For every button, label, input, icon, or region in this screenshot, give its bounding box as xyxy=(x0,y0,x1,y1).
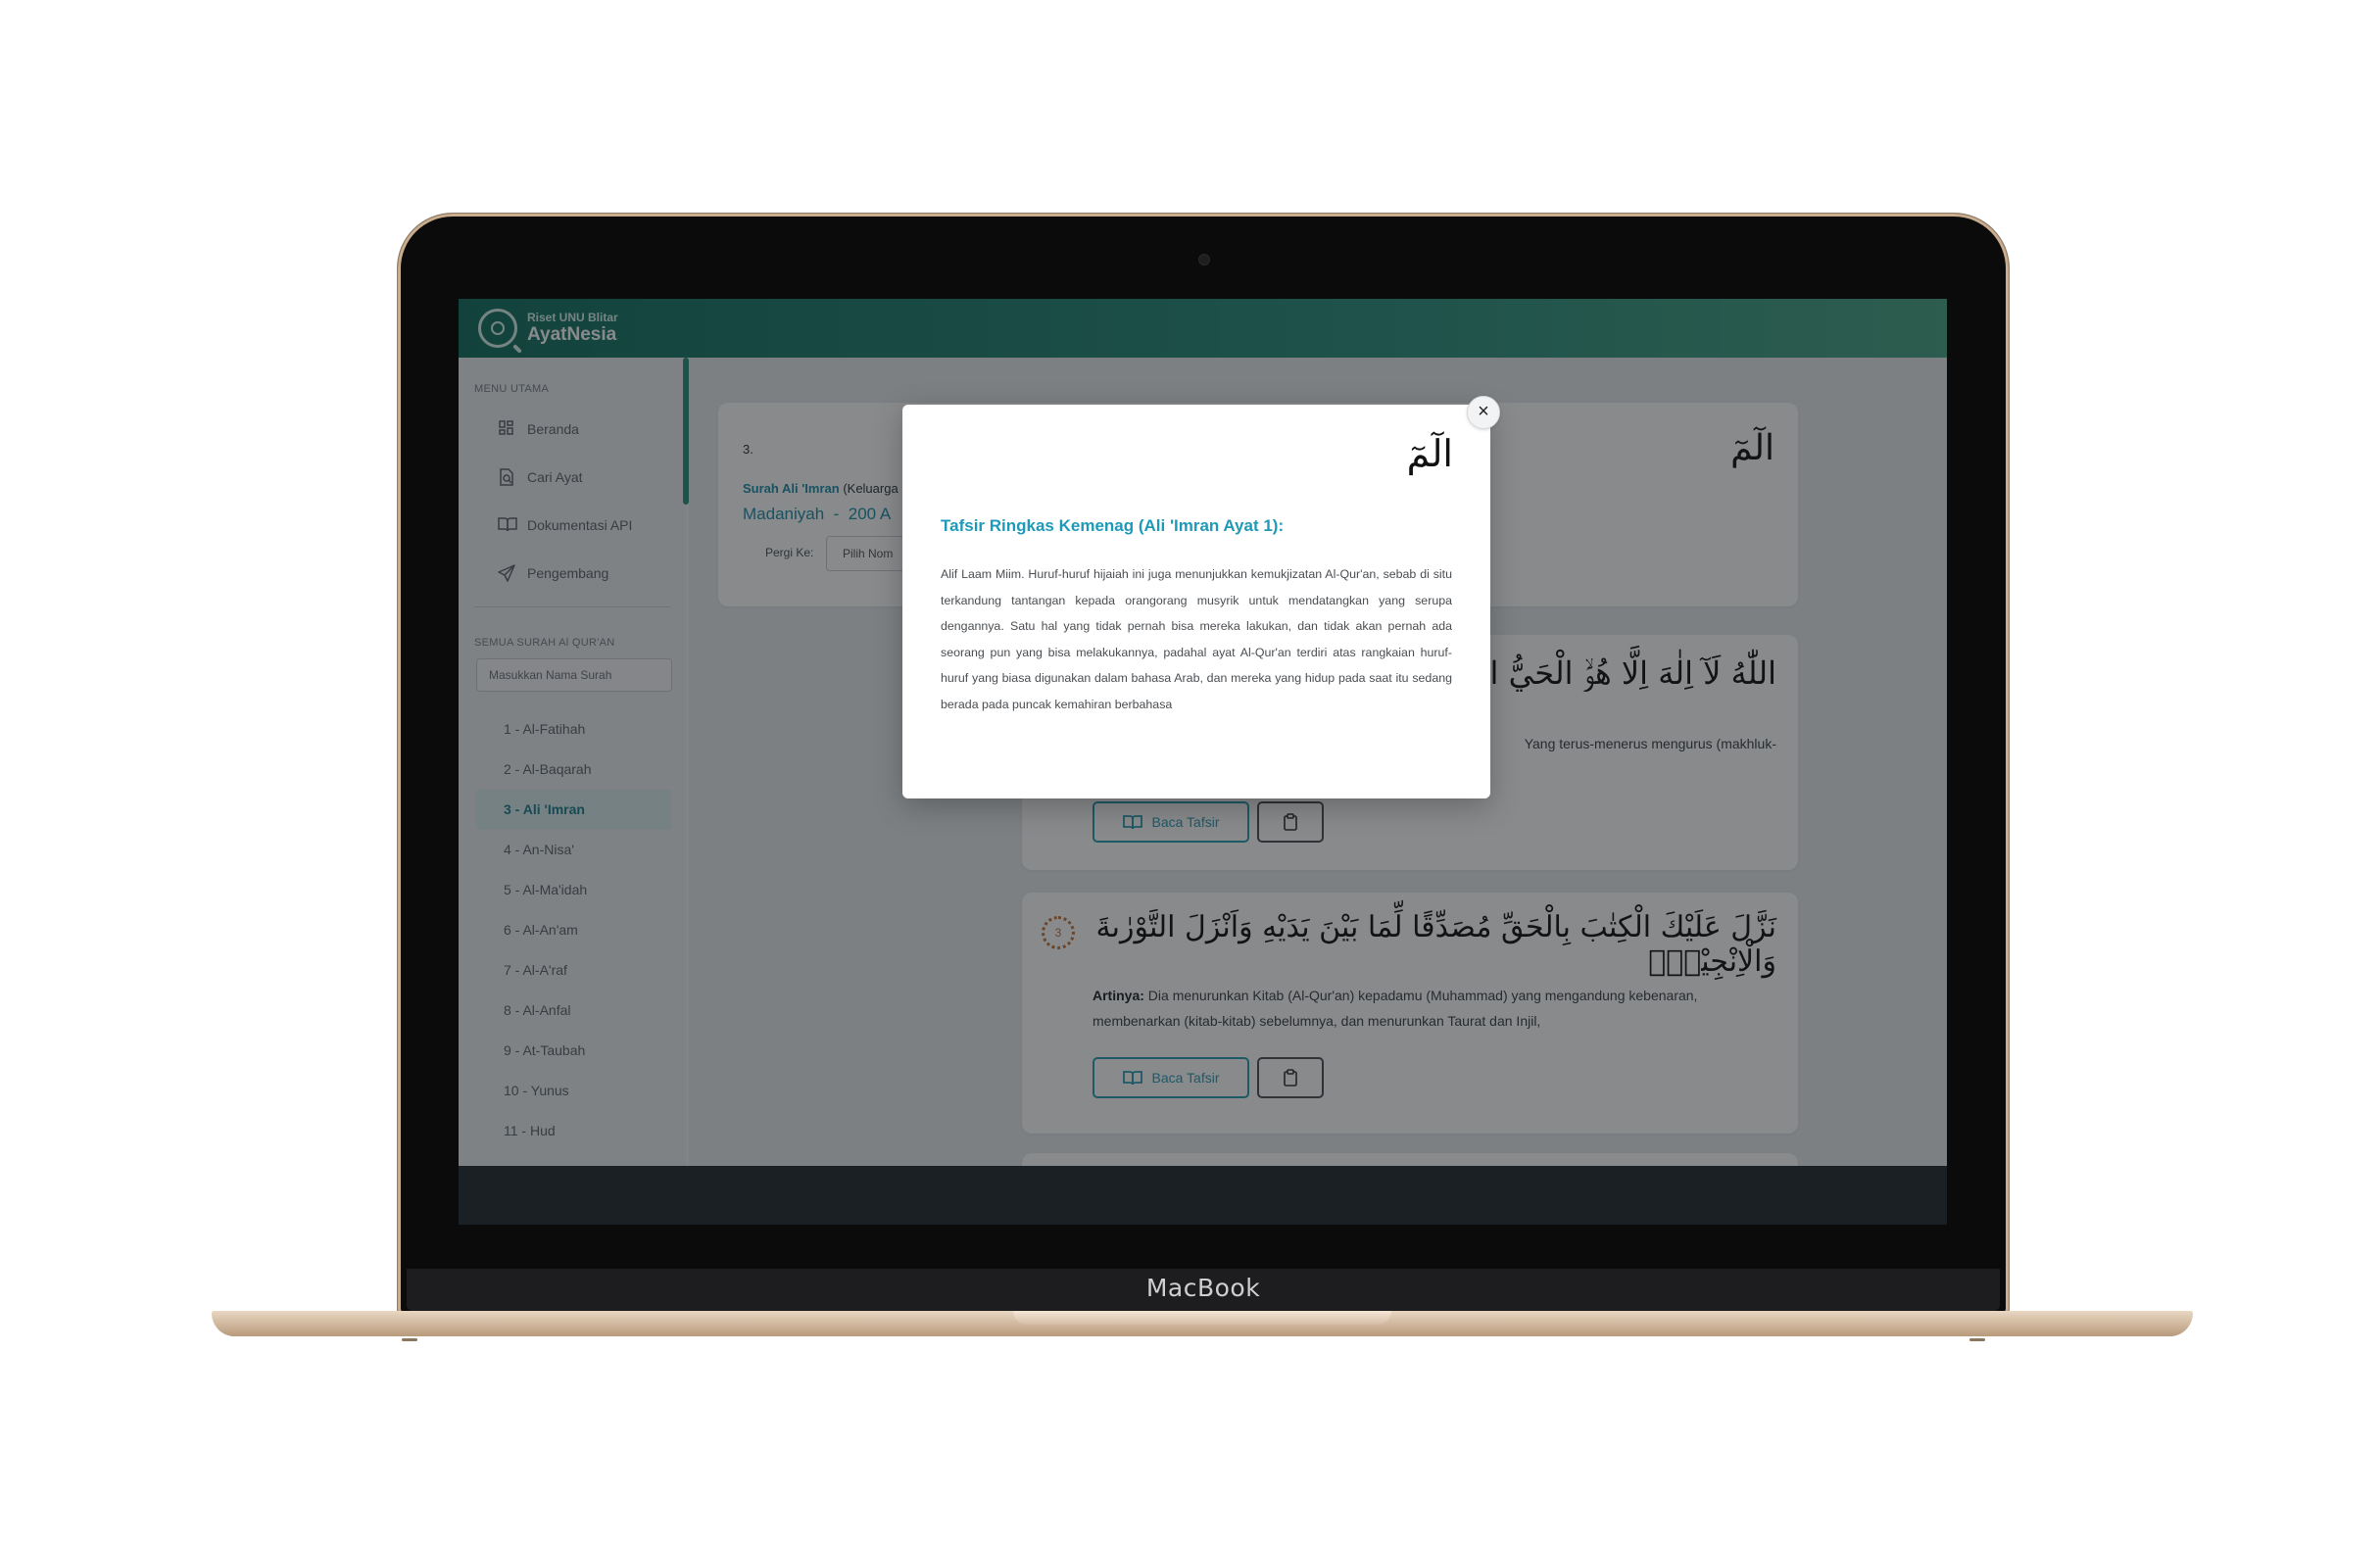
device-brand-label: MacBook xyxy=(1145,1274,1261,1302)
tafsir-modal: × الٓمٓ Tafsir Ringkas Kemenag (Ali 'Imr… xyxy=(902,396,1500,798)
laptop-foot xyxy=(1969,1338,1985,1341)
laptop-foot xyxy=(402,1338,417,1341)
modal-arabic: الٓمٓ xyxy=(1406,432,1453,475)
close-button[interactable]: × xyxy=(1467,396,1500,429)
modal-title: Tafsir Ringkas Kemenag (Ali 'Imran Ayat … xyxy=(941,516,1285,535)
modal-body: Alif Laam Miim. Huruf-huruf hijaiah ini … xyxy=(941,567,1452,711)
laptop-notch xyxy=(1013,1311,1391,1325)
footer-bar xyxy=(459,1166,1947,1225)
screen: Riset UNU Blitar AyatNesia MENU UTAMA Be… xyxy=(459,299,1947,1225)
camera-icon xyxy=(1198,254,1210,266)
